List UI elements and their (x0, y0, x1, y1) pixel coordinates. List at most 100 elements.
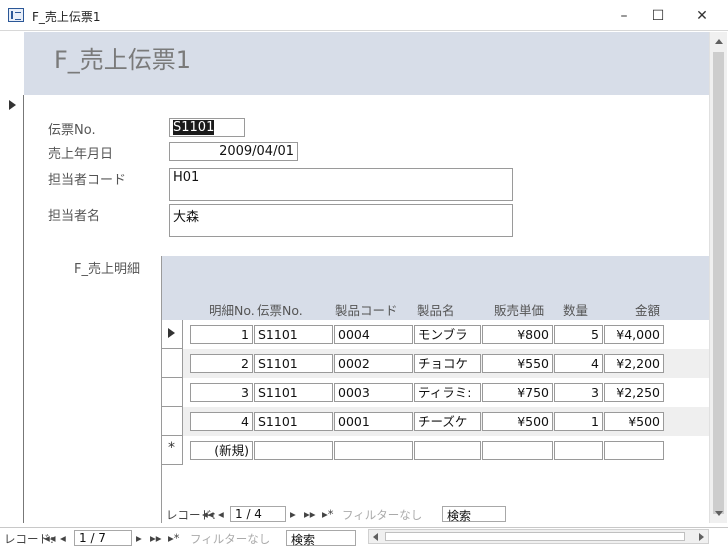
staff-code-label: 担当者コード (48, 173, 127, 188)
cell-detail-no[interactable]: 3 (190, 383, 253, 402)
current-row-arrow-icon (168, 328, 175, 338)
cell-product-code[interactable]: 0001 (334, 412, 413, 431)
sales-date-field[interactable]: 2009/04/01 (169, 142, 298, 161)
cell-product-name[interactable]: チーズケ (414, 412, 481, 431)
cell-product-code[interactable]: 0003 (334, 383, 413, 402)
col-header-slip-no: 伝票No. (257, 303, 303, 318)
cell-amount[interactable]: ¥2,200 (604, 354, 664, 373)
cell-product-code[interactable]: 0002 (334, 354, 413, 373)
detail-subform: 明細No. 伝票No. 製品コード 製品名 販売単価 数量 金額 1 S1101… (161, 256, 710, 523)
main-search-box[interactable]: 検索 (286, 530, 356, 547)
main-filter-indicator[interactable]: フィルターなし (190, 531, 270, 547)
main-next-record-button[interactable]: ▸ (136, 531, 142, 545)
cell-qty[interactable]: 3 (554, 383, 603, 402)
table-row: 4 S1101 0001 チーズケ ¥500 1 ¥500 (162, 407, 710, 436)
cell-slip-no[interactable]: S1101 (254, 325, 333, 344)
cell-product-name[interactable]: チョコケ (414, 354, 481, 373)
cell-detail-no[interactable]: 2 (190, 354, 253, 373)
main-new-record-button[interactable]: ▸* (168, 531, 180, 545)
main-record-position[interactable]: 1 / 7 (74, 530, 132, 546)
cell-product-code-new[interactable] (334, 441, 413, 460)
table-row: 1 S1101 0004 モンブラ ¥800 5 ¥4,000 (162, 320, 710, 349)
main-record-nav: レコード: ◂◂ ◂ 1 / 7 ▸ ▸▸ ▸* フィルターなし 検索 (4, 530, 364, 547)
row-selector[interactable] (162, 349, 183, 378)
title-bar: F_売上伝票1 – ☐ ✕ (0, 0, 728, 31)
row-selector[interactable]: * (162, 436, 183, 465)
slip-no-field[interactable]: S1101 (169, 118, 245, 137)
horizontal-scrollbar[interactable] (368, 529, 709, 544)
col-header-amount: 金額 (635, 303, 661, 318)
subform-prev-record-button[interactable]: ◂ (218, 507, 224, 521)
cell-slip-no-new[interactable] (254, 441, 333, 460)
new-record-marker: * (168, 440, 175, 456)
cell-qty[interactable]: 1 (554, 412, 603, 431)
subform-first-record-button[interactable]: ◂◂ (202, 507, 214, 521)
cell-detail-no-new[interactable]: (新規) (190, 441, 253, 460)
cell-product-code[interactable]: 0004 (334, 325, 413, 344)
cell-detail-no[interactable]: 4 (190, 412, 253, 431)
subform-search-box[interactable]: 検索 (442, 506, 506, 523)
subform-header: 明細No. 伝票No. 製品コード 製品名 販売単価 数量 金額 (162, 256, 710, 320)
staff-name-field[interactable]: 大森 (169, 204, 513, 237)
close-button[interactable]: ✕ (686, 5, 718, 27)
col-header-product-name: 製品名 (417, 303, 455, 318)
cell-unit-price[interactable]: ¥800 (482, 325, 553, 344)
subform-new-record-button[interactable]: ▸* (322, 507, 334, 521)
maximize-button[interactable]: ☐ (642, 5, 674, 27)
col-header-unit-price: 販売単価 (494, 303, 545, 318)
cell-amount[interactable]: ¥4,000 (604, 325, 664, 344)
cell-product-name[interactable]: ティラミ: (414, 383, 481, 402)
current-record-arrow-icon (9, 100, 16, 110)
record-selector[interactable] (0, 95, 24, 523)
new-record-row: * (新規) (162, 436, 710, 465)
cell-amount[interactable]: ¥500 (604, 412, 664, 431)
row-selector[interactable] (162, 378, 183, 407)
window-title: F_売上伝票1 (32, 10, 101, 24)
subform-filter-indicator[interactable]: フィルターなし (342, 507, 422, 523)
cell-detail-no[interactable]: 1 (190, 325, 253, 344)
col-header-qty: 数量 (563, 303, 589, 318)
cell-product-name[interactable]: モンブラ (414, 325, 481, 344)
cell-product-name-new[interactable] (414, 441, 481, 460)
main-first-record-button[interactable]: ◂◂ (44, 531, 56, 545)
cell-qty-new[interactable] (554, 441, 603, 460)
cell-unit-price[interactable]: ¥550 (482, 354, 553, 373)
cell-unit-price[interactable]: ¥500 (482, 412, 553, 431)
col-header-detail-no: 明細No. (209, 303, 255, 318)
subform-record-position[interactable]: 1 / 4 (230, 506, 286, 522)
scroll-thumb[interactable] (713, 52, 724, 514)
row-selector[interactable] (162, 407, 183, 436)
form-icon (8, 8, 24, 22)
staff-name-label: 担当者名 (48, 209, 101, 224)
cell-slip-no[interactable]: S1101 (254, 354, 333, 373)
col-header-product-code: 製品コード (335, 303, 398, 318)
table-row: 2 S1101 0002 チョコケ ¥550 4 ¥2,200 (162, 349, 710, 378)
cell-qty[interactable]: 5 (554, 325, 603, 344)
slip-no-value: S1101 (173, 120, 215, 135)
subform-last-record-button[interactable]: ▸▸ (304, 507, 316, 521)
main-last-record-button[interactable]: ▸▸ (150, 531, 162, 545)
cell-slip-no[interactable]: S1101 (254, 412, 333, 431)
sales-date-label: 売上年月日 (48, 147, 114, 162)
row-selector[interactable] (162, 320, 183, 349)
staff-code-field[interactable]: H01 (169, 168, 513, 201)
horizontal-scroll-thumb[interactable] (385, 532, 685, 541)
scroll-left-icon[interactable] (373, 533, 378, 541)
scroll-right-icon[interactable] (699, 533, 704, 541)
minimize-button[interactable]: – (608, 5, 640, 27)
subform-next-record-button[interactable]: ▸ (290, 507, 296, 521)
form-title: F_売上伝票1 (54, 46, 192, 74)
cell-amount[interactable]: ¥2,250 (604, 383, 664, 402)
form-header: F_売上伝票1 (24, 32, 709, 95)
cell-unit-price-new[interactable] (482, 441, 553, 460)
main-prev-record-button[interactable]: ◂ (60, 531, 66, 545)
scroll-down-icon[interactable] (715, 511, 723, 516)
vertical-scrollbar[interactable] (709, 32, 727, 523)
cell-amount-new[interactable] (604, 441, 664, 460)
subform-record-nav: レコード: ◂◂ ◂ 1 / 4 ▸ ▸▸ ▸* フィルターなし 検索 (166, 506, 506, 523)
scroll-up-icon[interactable] (715, 39, 723, 44)
cell-slip-no[interactable]: S1101 (254, 383, 333, 402)
cell-qty[interactable]: 4 (554, 354, 603, 373)
slip-no-label: 伝票No. (48, 123, 96, 138)
cell-unit-price[interactable]: ¥750 (482, 383, 553, 402)
